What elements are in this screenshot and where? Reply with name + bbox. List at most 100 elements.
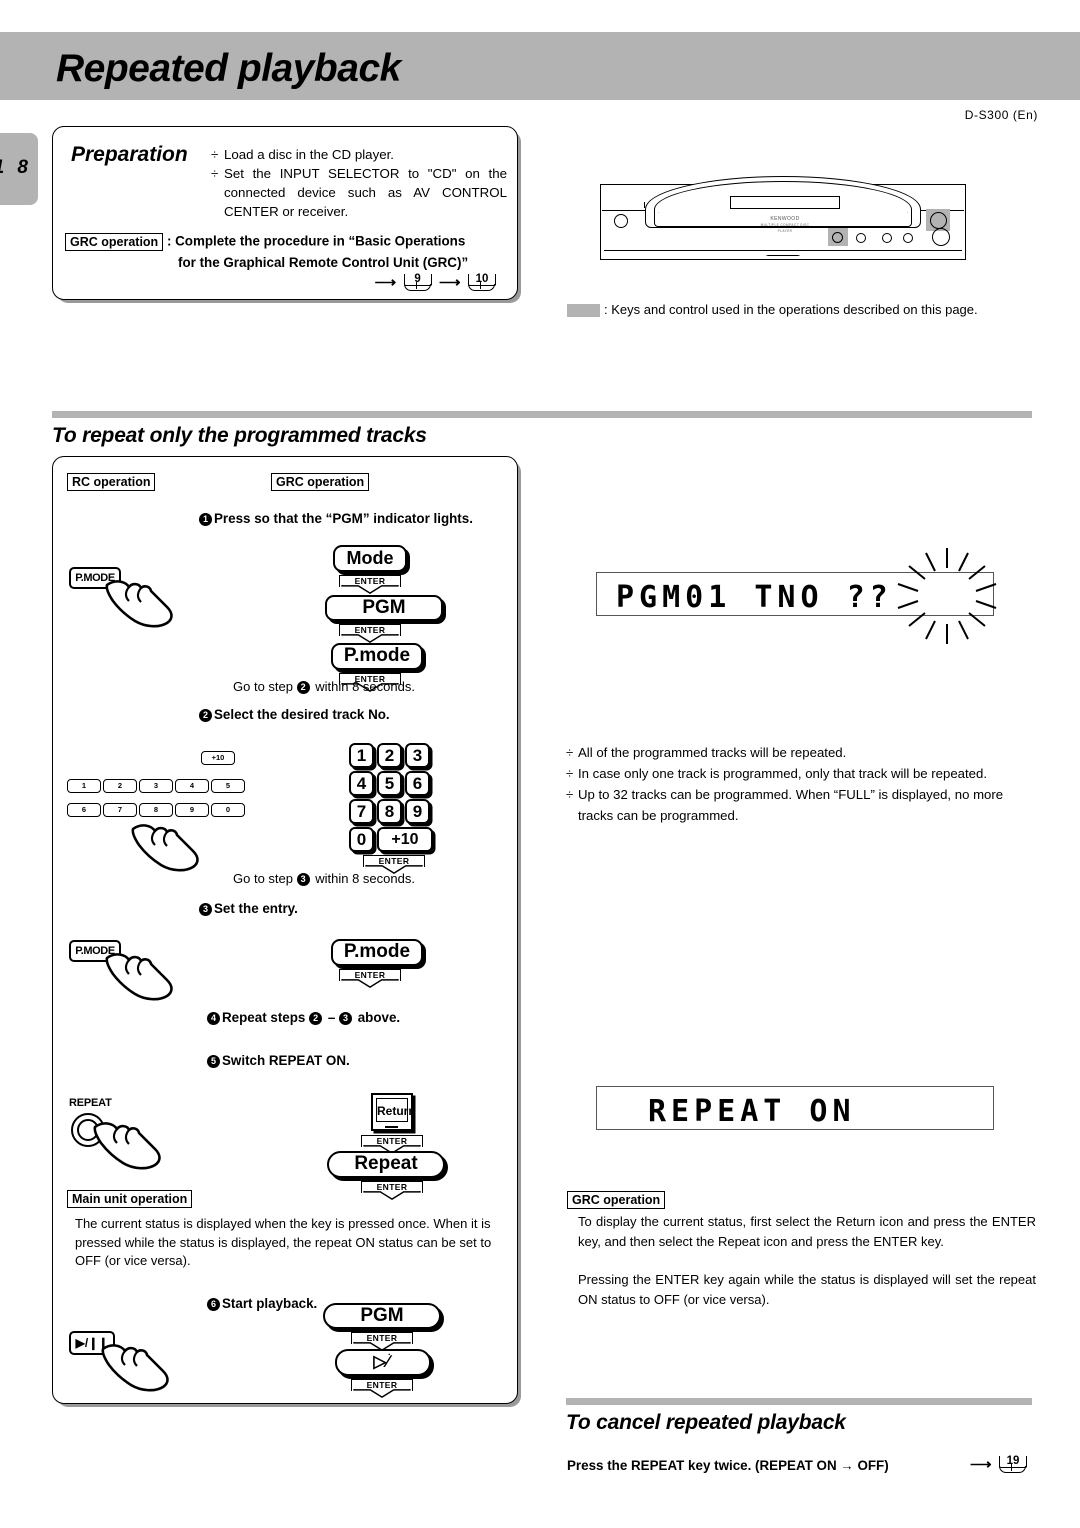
section-heading-cancel-repeat: To cancel repeated playback — [566, 1411, 846, 1434]
arrow-right-icon: ⟶ — [439, 273, 461, 291]
device-brand: KENWOOD MULTIPLE COMPACT DISC PLAYER — [754, 216, 816, 234]
step-number-5: 5 — [207, 1055, 220, 1068]
display-pgm-tno-text: PGM01 TNO ?? — [616, 580, 893, 615]
step-number-1: 1 — [199, 513, 212, 526]
grc-key-3[interactable]: 3 — [405, 743, 430, 768]
grc-icon-pgm[interactable]: PGM — [325, 595, 443, 621]
preparation-grc-text-line2: for the Graphical Remote Control Unit (G… — [178, 255, 469, 270]
column-header-grc: GRC operation — [271, 473, 370, 491]
grc-operation-note-2: Pressing the ENTER key again while the s… — [578, 1272, 1036, 1307]
preparation-list: Load a disc in the CD player. Set the IN… — [211, 145, 507, 221]
step-6-text: 6 Start playback. — [207, 1296, 317, 1311]
column-header-rc: RC operation — [67, 473, 156, 491]
grc-icon-play-pause[interactable]: ▷∕ ׁׁ — [335, 1349, 431, 1376]
section-heading-repeat-programmed: To repeat only the programmed tracks — [52, 424, 427, 447]
display-repeat-on-text: REPEAT ON — [648, 1094, 856, 1129]
device-button — [882, 233, 892, 243]
rc-key-1[interactable]: 1 — [67, 779, 101, 793]
pointing-hand-icon — [93, 1122, 161, 1170]
grc-key-plus10[interactable]: +10 — [377, 827, 433, 852]
grc-key-5[interactable]: 5 — [377, 771, 402, 796]
pointing-hand-icon — [105, 953, 173, 1001]
cancel-page-ref: ⟶ 19 — [970, 1455, 1030, 1473]
step-ref-2: 2 — [309, 1012, 323, 1025]
rc-key-3[interactable]: 3 — [139, 779, 173, 793]
pointing-hand-icon — [131, 824, 199, 872]
grc-icon-p-mode[interactable]: P.mode — [331, 643, 423, 670]
enter-label: ENTER — [366, 1333, 398, 1343]
legend-swatch — [567, 304, 600, 318]
procedure-panel: RC operation GRC operation 1 Press so tha… — [52, 456, 518, 1404]
section-rule — [52, 411, 1032, 418]
step-number-6: 6 — [207, 1298, 220, 1311]
device-display-window — [730, 196, 840, 209]
rc-key-7[interactable]: 7 — [103, 803, 137, 817]
grc-icon-repeat[interactable]: Repeat — [327, 1151, 445, 1178]
preparation-grc-row: GRC operation : Complete the procedure i… — [65, 233, 511, 251]
step-number-3: 3 — [199, 903, 212, 916]
main-unit-operation-text: The current status is displayed when the… — [75, 1216, 492, 1268]
enter-label: ENTER — [354, 625, 386, 635]
book-page-ref-icon: 10 — [467, 273, 497, 291]
pointing-hand-icon — [105, 580, 173, 628]
grc-icon-return-label: Return — [376, 1098, 416, 1122]
grc-operation-note-1: To display the current status, first sel… — [578, 1214, 1036, 1249]
grc-icon-return[interactable]: Return — [371, 1093, 416, 1131]
enter-tag: ENTER — [339, 575, 401, 594]
page-number: 1 8 — [0, 157, 32, 178]
device-highlighted-button — [828, 228, 848, 246]
grc-icon-mode[interactable]: Mode — [333, 545, 407, 572]
grc-icon-p-mode[interactable]: P.mode — [331, 939, 423, 966]
grc-key-9[interactable]: 9 — [405, 799, 430, 824]
legend: : Keys and control used in the operation… — [567, 302, 978, 318]
enter-tag: ENTER — [351, 1379, 413, 1398]
list-item: All of the programmed tracks will be rep… — [566, 742, 1036, 763]
step-2-text: 2 Select the desired track No. — [199, 707, 390, 722]
device-tick-mark — [644, 202, 645, 208]
grc-key-4[interactable]: 4 — [349, 771, 374, 796]
rc-key-plus10[interactable]: +10 — [201, 751, 235, 765]
arrow-right-icon: ⟶ — [374, 273, 397, 291]
grc-operation-label: GRC operation — [65, 233, 164, 251]
device-power-knob — [932, 228, 950, 246]
rc-key-5[interactable]: 5 — [211, 779, 245, 793]
rc-key-8[interactable]: 8 — [139, 803, 173, 817]
pointing-hand-icon — [101, 1344, 169, 1392]
device-illustration: KENWOOD MULTIPLE COMPACT DISC PLAYER — [600, 176, 970, 268]
flashing-starburst-icon — [897, 548, 997, 644]
grc-key-7[interactable]: 7 — [349, 799, 374, 824]
enter-tag: ENTER — [361, 1181, 423, 1200]
book-page-ref-icon: 19 — [998, 1455, 1028, 1473]
rc-key-6[interactable]: 6 — [67, 803, 101, 817]
step-5-text: 5 Switch REPEAT ON. — [207, 1053, 350, 1068]
enter-label: ENTER — [354, 970, 386, 980]
enter-tag: ENTER — [339, 624, 401, 643]
page-ref-number: 9 — [414, 273, 421, 285]
goto-step-2-note: Go to step 2 within 8 seconds. — [233, 679, 415, 694]
grc-key-2[interactable]: 2 — [377, 743, 402, 768]
legend-text: : Keys and control used in the operation… — [604, 302, 978, 317]
grc-icon-pgm[interactable]: PGM — [323, 1303, 441, 1329]
grc-key-0[interactable]: 0 — [349, 827, 374, 852]
goto-step-3-note: Go to step 3 within 8 seconds. — [233, 871, 415, 886]
step-ref-3: 3 — [338, 1012, 352, 1025]
model-code: D-S300 (En) — [964, 108, 1038, 122]
rc-key-2[interactable]: 2 — [103, 779, 137, 793]
grc-key-1[interactable]: 1 — [349, 743, 374, 768]
enter-label: ENTER — [376, 1182, 408, 1192]
grc-key-6[interactable]: 6 — [405, 771, 430, 796]
grc-key-8[interactable]: 8 — [377, 799, 402, 824]
step-number-2: 2 — [296, 681, 310, 694]
page-ref-number: 19 — [1006, 1455, 1020, 1467]
right-bullet-list: All of the programmed tracks will be rep… — [566, 742, 1036, 826]
list-item: Up to 32 tracks can be programmed. When … — [566, 784, 1036, 826]
rc-key-0[interactable]: 0 — [211, 803, 245, 817]
enter-label: ENTER — [376, 1136, 408, 1146]
preparation-page-refs: ⟶ 9 ⟶ 10 — [53, 273, 511, 291]
list-item: Load a disc in the CD player. — [211, 145, 507, 164]
step-number-3: 3 — [296, 873, 310, 886]
preparation-box: Preparation Load a disc in the CD player… — [52, 126, 518, 300]
rc-key-9[interactable]: 9 — [175, 803, 209, 817]
enter-label: ENTER — [378, 856, 410, 866]
rc-key-4[interactable]: 4 — [175, 779, 209, 793]
